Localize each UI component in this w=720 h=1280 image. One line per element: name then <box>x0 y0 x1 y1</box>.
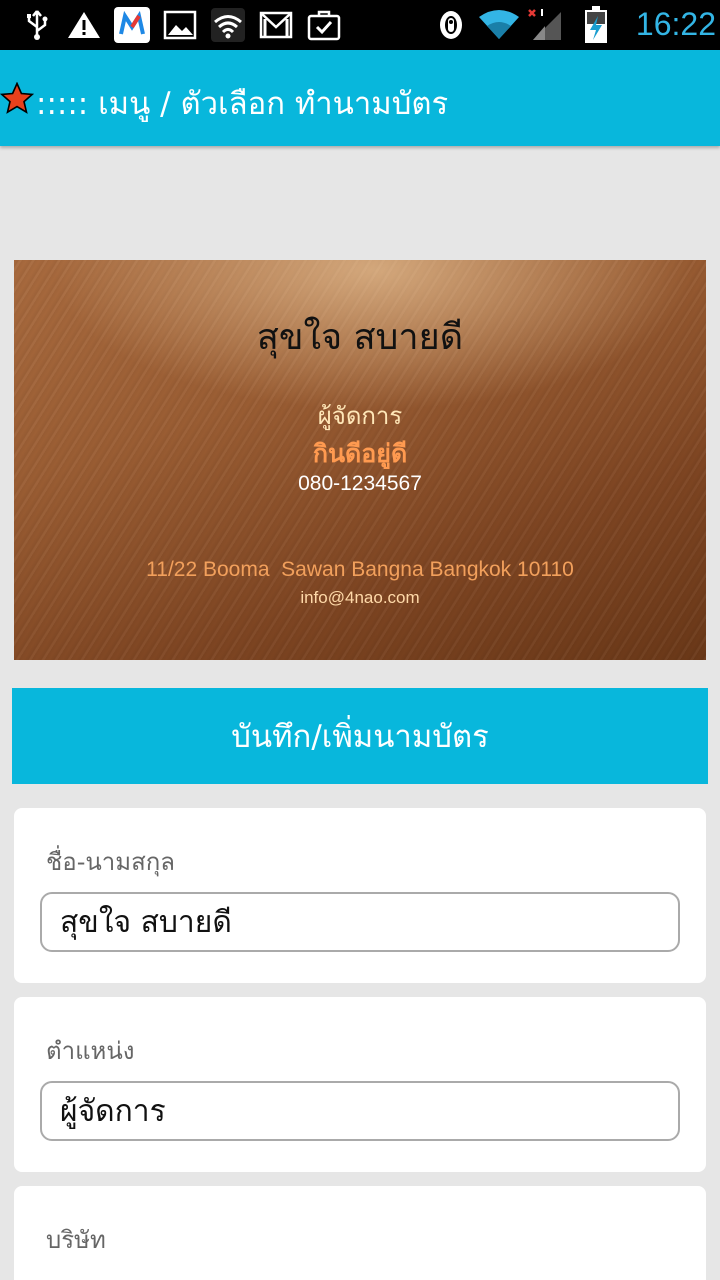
name-label: ชื่อ-นามสกุล <box>46 848 175 876</box>
card-phone: 080-1234567 <box>298 472 422 495</box>
save-card-button[interactable]: บันทึก/เพิ่มนามบัตร <box>12 688 708 784</box>
usb-icon <box>20 8 54 42</box>
business-card-preview: สุขใจ สบายดี ผู้จัดการ กินดีอยู่ดี 080-1… <box>14 260 706 660</box>
status-time: 16:22 <box>635 6 716 42</box>
name-panel: ชื่อ-นามสกุล <box>14 808 706 983</box>
warning-icon <box>66 8 102 42</box>
company-label: บริษัท <box>46 1226 106 1254</box>
card-position: ผู้จัดการ <box>317 402 403 430</box>
position-panel: ตำแหน่ง <box>14 997 706 1172</box>
card-company: กินดีอยู่ดี <box>312 439 408 468</box>
page-title[interactable]: ::::: เมนู / ตัวเลือก ทำนามบัตร <box>36 78 448 128</box>
star-icon[interactable] <box>0 82 34 116</box>
status-bar: 16:22 <box>0 0 720 50</box>
action-bar: ::::: เมนู / ตัวเลือก ทำนามบัตร <box>0 50 720 146</box>
gmail-icon <box>258 8 294 42</box>
alarm-icon <box>436 8 466 42</box>
cell-signal-icon <box>526 8 564 42</box>
wifi-signal-icon <box>476 8 522 42</box>
card-address: 11/22 Booma Sawan Bangna Bangkok 10110 <box>146 558 574 581</box>
card-email: info@4nao.com <box>300 588 420 607</box>
gallery-icon <box>162 8 198 42</box>
task-icon <box>306 8 342 42</box>
card-name: สุขใจ สบายดี <box>256 317 464 358</box>
battery-charging-icon <box>582 6 610 43</box>
position-label: ตำแหน่ง <box>46 1037 135 1065</box>
m-app-icon <box>114 7 150 43</box>
position-input[interactable] <box>40 1081 680 1141</box>
name-input[interactable] <box>40 892 680 952</box>
wifi-app-icon <box>210 8 246 42</box>
company-panel: บริษัท <box>14 1186 706 1280</box>
